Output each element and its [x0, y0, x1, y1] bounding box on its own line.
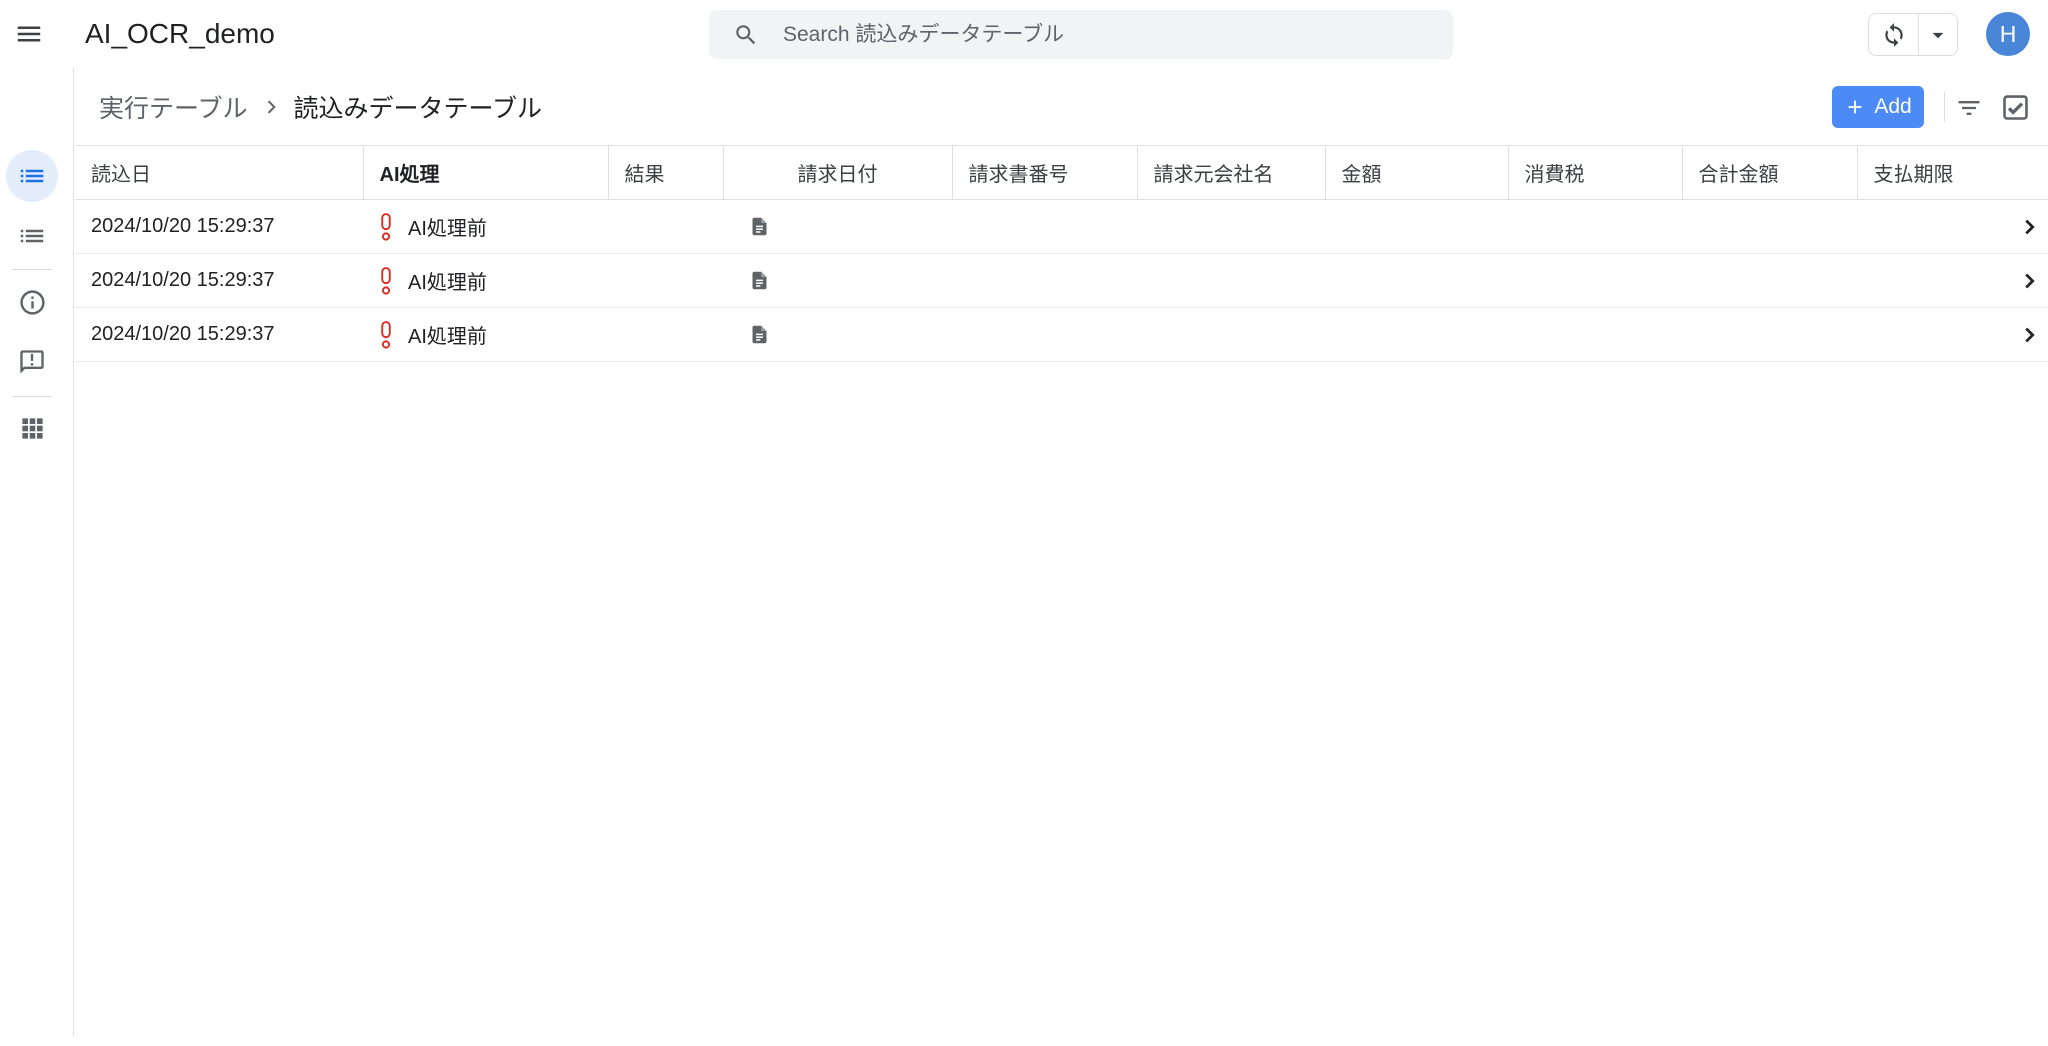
sync-button[interactable] [1869, 14, 1919, 55]
table-row[interactable]: 2024/10/20 15:29:37 AI処理前 [75, 200, 2048, 254]
document-icon [749, 214, 770, 239]
column-header-ai-process[interactable]: AI処理 [363, 146, 608, 200]
sync-dropdown-button[interactable] [1919, 14, 1957, 55]
column-header-tax[interactable]: 消費税 [1508, 146, 1682, 200]
select-rows-button[interactable] [1999, 91, 2031, 123]
checkbox-checked-icon [2000, 92, 2031, 123]
data-table: 読込日 AI処理 結果 請求日付 請求書番号 請求元会社名 金額 消費税 合計金… [75, 145, 2048, 362]
column-header-total-amount[interactable]: 合計金額 [1682, 146, 1857, 200]
hamburger-menu-button[interactable] [13, 18, 45, 50]
search-bar [709, 10, 1453, 59]
cell-total-amount [1682, 308, 1857, 362]
chevron-down-icon [1925, 22, 1951, 48]
search-icon [709, 22, 759, 48]
sidebar-divider [12, 396, 52, 397]
cell-result [608, 254, 723, 308]
sidebar-item-data-view-active[interactable] [6, 150, 58, 202]
cell-amount [1325, 254, 1508, 308]
alert-exclamation-icon [379, 267, 393, 295]
cell-payment-due [1857, 308, 2048, 362]
sync-icon [1881, 22, 1907, 48]
cell-result [608, 308, 723, 362]
cell-tax [1508, 308, 1682, 362]
cell-amount [1325, 308, 1508, 362]
cell-billing-company [1137, 308, 1325, 362]
apps-grid-icon [19, 415, 46, 442]
cell-invoice-file [723, 200, 952, 254]
alert-exclamation-icon [379, 213, 393, 241]
cell-tax [1508, 200, 1682, 254]
cell-invoice-number [952, 200, 1137, 254]
column-header-billing-company[interactable]: 請求元会社名 [1137, 146, 1325, 200]
cell-billing-company [1137, 254, 1325, 308]
cell-payment-due [1857, 200, 2048, 254]
app-title: AI_OCR_demo [85, 0, 275, 68]
chevron-right-icon[interactable] [2018, 324, 2040, 346]
cell-total-amount [1682, 200, 1857, 254]
main-content: 実行テーブル 読込みデータテーブル Add 読込日 [75, 68, 2048, 1046]
hamburger-icon [14, 19, 44, 49]
cell-amount [1325, 200, 1508, 254]
cell-result [608, 200, 723, 254]
chevron-right-icon [261, 97, 281, 117]
table-header-row: 読込日 AI処理 結果 請求日付 請求書番号 請求元会社名 金額 消費税 合計金… [75, 146, 2048, 200]
cell-total-amount [1682, 254, 1857, 308]
column-header-payment-due[interactable]: 支払期限 [1857, 146, 2048, 200]
sidebar-item-exec-view[interactable] [6, 210, 58, 262]
avatar[interactable]: H [1986, 12, 2030, 56]
breadcrumb-current: 読込みデータテーブル [294, 89, 543, 125]
sidebar [0, 68, 74, 1036]
alert-exclamation-icon [379, 321, 393, 349]
cell-loaded-date: 2024/10/20 15:29:37 [75, 254, 363, 308]
plus-icon [1844, 96, 1866, 118]
breadcrumb-parent[interactable]: 実行テーブル [99, 89, 248, 125]
list-icon [17, 161, 47, 191]
ai-status-label: AI処理前 [408, 212, 487, 241]
document-icon [749, 268, 770, 293]
column-header-amount[interactable]: 金額 [1325, 146, 1508, 200]
cell-ai-status: AI処理前 [363, 254, 608, 308]
chevron-right-icon[interactable] [2018, 270, 2040, 292]
sync-button-group [1868, 13, 1958, 56]
feedback-icon [18, 348, 46, 376]
sidebar-divider [12, 269, 52, 270]
topbar: AI_OCR_demo H [0, 0, 2048, 68]
list-icon [17, 221, 47, 251]
column-header-loaded-date[interactable]: 読込日 [75, 146, 363, 200]
column-header-invoice-number[interactable]: 請求書番号 [952, 146, 1137, 200]
cell-billing-company [1137, 200, 1325, 254]
sidebar-item-about[interactable] [6, 276, 58, 328]
info-icon [18, 288, 47, 317]
cell-invoice-file [723, 254, 952, 308]
cell-invoice-number [952, 308, 1137, 362]
sidebar-item-apps[interactable] [6, 402, 58, 454]
filter-button[interactable] [1954, 93, 1984, 123]
add-button-label: Add [1874, 95, 1911, 119]
table-row[interactable]: 2024/10/20 15:29:37 AI処理前 [75, 254, 2048, 308]
document-icon [749, 322, 770, 347]
add-button[interactable]: Add [1832, 86, 1924, 128]
table-row[interactable]: 2024/10/20 15:29:37 AI処理前 [75, 308, 2048, 362]
ai-status-label: AI処理前 [408, 320, 487, 349]
column-header-result[interactable]: 結果 [608, 146, 723, 200]
breadcrumb: 実行テーブル 読込みデータテーブル [99, 68, 542, 145]
cell-loaded-date: 2024/10/20 15:29:37 [75, 200, 363, 254]
sidebar-item-feedback[interactable] [6, 336, 58, 388]
toolbar-divider [1944, 92, 1945, 122]
cell-tax [1508, 254, 1682, 308]
filter-icon [1955, 94, 1983, 122]
cell-loaded-date: 2024/10/20 15:29:37 [75, 308, 363, 362]
search-input[interactable] [781, 22, 1421, 48]
cell-payment-due [1857, 254, 2048, 308]
cell-ai-status: AI処理前 [363, 308, 608, 362]
column-header-invoice-date[interactable]: 請求日付 [723, 146, 952, 200]
chevron-right-icon[interactable] [2018, 216, 2040, 238]
cell-ai-status: AI処理前 [363, 200, 608, 254]
cell-invoice-file [723, 308, 952, 362]
cell-invoice-number [952, 254, 1137, 308]
ai-status-label: AI処理前 [408, 266, 487, 295]
